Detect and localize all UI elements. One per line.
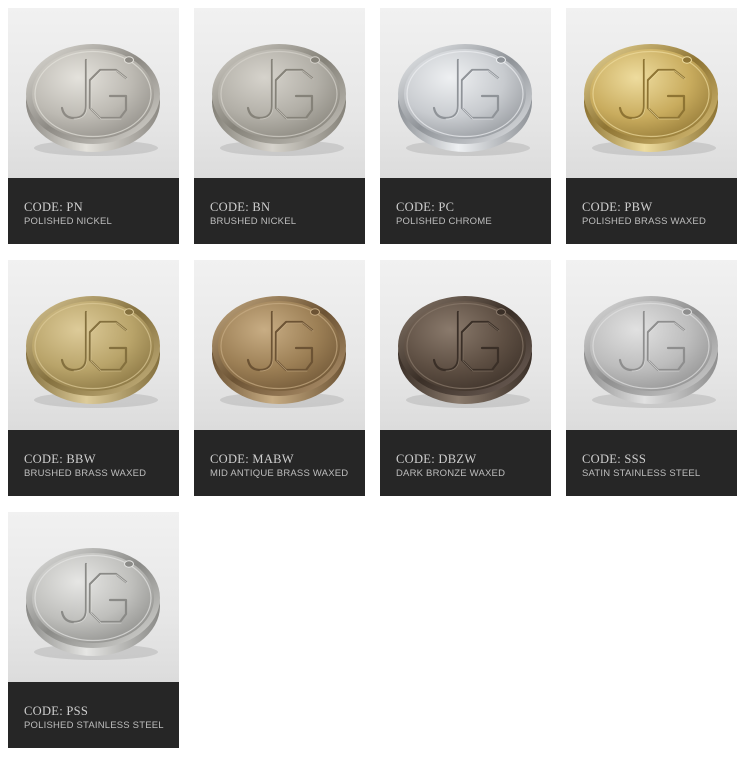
finish-swatch-image xyxy=(194,260,365,430)
finish-swatch-image xyxy=(566,260,737,430)
finish-name: SATIN STAINLESS STEEL xyxy=(582,468,701,479)
finish-caption: CODE: PC POLISHED CHROME xyxy=(380,178,551,244)
finish-caption: CODE: SSS SATIN STAINLESS STEEL xyxy=(566,430,737,496)
finish-code: CODE: PBW xyxy=(582,200,653,214)
finish-swatch-image xyxy=(380,260,551,430)
finish-caption: CODE: BN BRUSHED NICKEL xyxy=(194,178,365,244)
medallion-icon xyxy=(212,296,346,408)
finish-card-pss[interactable]: CODE: PSS POLISHED STAINLESS STEEL xyxy=(8,512,179,748)
finish-code: CODE: SSS xyxy=(582,452,647,466)
finish-name: POLISHED BRASS WAXED xyxy=(582,216,707,227)
finish-name: BRUSHED BRASS WAXED xyxy=(24,468,147,479)
finish-swatch-image xyxy=(8,260,179,430)
medallion-icon xyxy=(212,44,346,156)
finish-card-pn[interactable]: CODE: PN POLISHED NICKEL xyxy=(8,8,179,244)
finish-card-bn[interactable]: CODE: BN BRUSHED NICKEL xyxy=(194,8,365,244)
finish-name: DARK BRONZE WAXED xyxy=(396,468,506,479)
finish-code: CODE: MABW xyxy=(210,452,294,466)
finish-swatch-grid: CODE: PN POLISHED NICKEL CODE: BN BRUSHE… xyxy=(0,0,740,761)
finish-code: CODE: PC xyxy=(396,200,455,214)
medallion-icon xyxy=(584,44,718,156)
finish-caption: CODE: MABW MID ANTIQUE BRASS WAXED xyxy=(194,430,365,496)
finish-card-bbw[interactable]: CODE: BBW BRUSHED BRASS WAXED xyxy=(8,260,179,496)
finish-code: CODE: DBZW xyxy=(396,452,477,466)
finish-caption: CODE: DBZW DARK BRONZE WAXED xyxy=(380,430,551,496)
finish-caption: CODE: PSS POLISHED STAINLESS STEEL xyxy=(8,682,179,748)
finish-caption: CODE: PBW POLISHED BRASS WAXED xyxy=(566,178,737,244)
finish-swatch-image xyxy=(380,8,551,178)
medallion-icon xyxy=(398,296,532,408)
finish-code: CODE: BBW xyxy=(24,452,96,466)
medallion-icon xyxy=(398,44,532,156)
finish-card-dbzw[interactable]: CODE: DBZW DARK BRONZE WAXED xyxy=(380,260,551,496)
finish-name: MID ANTIQUE BRASS WAXED xyxy=(210,468,349,479)
finish-swatch-image xyxy=(8,8,179,178)
finish-card-sss[interactable]: CODE: SSS SATIN STAINLESS STEEL xyxy=(566,260,737,496)
medallion-icon xyxy=(26,44,160,156)
finish-name: POLISHED NICKEL xyxy=(24,216,112,227)
finish-card-mabw[interactable]: CODE: MABW MID ANTIQUE BRASS WAXED xyxy=(194,260,365,496)
medallion-icon xyxy=(26,548,160,660)
finish-code: CODE: PSS xyxy=(24,704,89,718)
finish-swatch-image xyxy=(194,8,365,178)
medallion-icon xyxy=(584,296,718,408)
finish-swatch-image xyxy=(8,512,179,682)
finish-code: CODE: PN xyxy=(24,200,84,214)
finish-swatch-image xyxy=(566,8,737,178)
finish-name: BRUSHED NICKEL xyxy=(210,216,297,227)
finish-name: POLISHED CHROME xyxy=(396,216,492,227)
finish-caption: CODE: BBW BRUSHED BRASS WAXED xyxy=(8,430,179,496)
finish-card-pc[interactable]: CODE: PC POLISHED CHROME xyxy=(380,8,551,244)
medallion-icon xyxy=(26,296,160,408)
finish-card-pbw[interactable]: CODE: PBW POLISHED BRASS WAXED xyxy=(566,8,737,244)
finish-caption: CODE: PN POLISHED NICKEL xyxy=(8,178,179,244)
finish-name: POLISHED STAINLESS STEEL xyxy=(24,720,164,731)
finish-code: CODE: BN xyxy=(210,200,271,214)
